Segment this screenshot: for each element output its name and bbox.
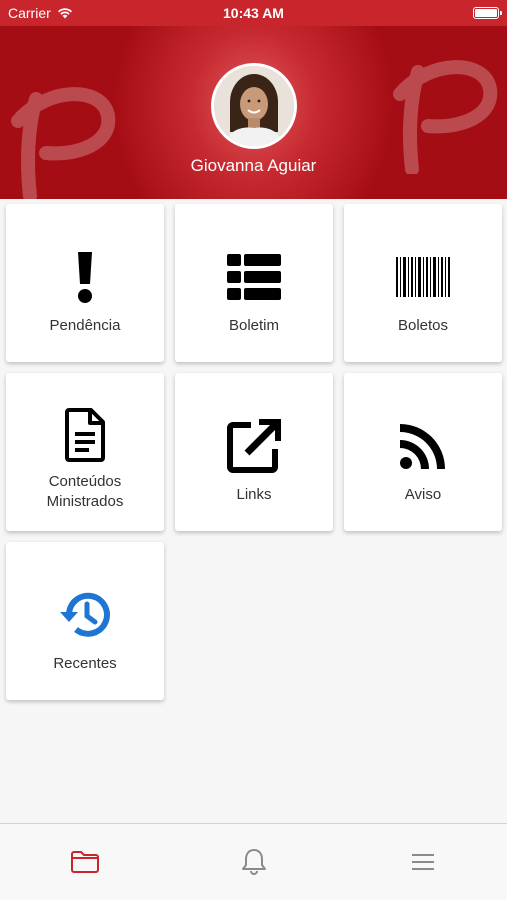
tile-label: Aviso [404,486,442,503]
tile-pendencia[interactable]: Pendência [6,204,164,362]
battery-icon [473,7,502,19]
menu-icon [411,854,434,870]
tab-menu[interactable] [383,832,463,892]
tab-bar [0,823,507,900]
tile-aviso[interactable]: Aviso [344,373,502,531]
external-link-icon [227,419,281,473]
carrier-label: Carrier [8,5,51,21]
profile-header: Giovanna Aguiar [0,26,507,199]
rss-icon [400,424,445,469]
status-bar: Carrier 10:43 AM [0,0,507,26]
tab-notifications[interactable] [214,832,294,892]
carrier-group: Carrier [8,5,73,21]
tile-boletim[interactable]: Boletim [175,204,333,362]
user-name: Giovanna Aguiar [190,156,317,175]
tile-label: Boletos [397,317,449,334]
tile-label: Recentes [53,655,117,672]
tile-recentes[interactable]: Recentes [6,542,164,700]
history-icon [60,592,110,637]
tile-label: Conteúdos Ministrados [46,473,124,510]
tile-label: Boletim [228,317,280,334]
tile-label: Pendência [49,317,121,334]
tile-links[interactable]: Links [175,373,333,531]
tile-boletos[interactable]: Boletos [344,204,502,362]
tile-label: Links [236,486,272,503]
list-icon [227,254,281,300]
avatar-photo [214,66,294,146]
avatar[interactable] [211,63,297,149]
tab-home[interactable] [45,832,125,892]
barcode-icon [396,257,450,297]
exclamation-icon [78,252,92,303]
tile-conteudos-ministrados[interactable]: Conteúdos Ministrados [6,373,164,531]
wifi-icon [57,8,72,19]
logo-watermark-left [11,87,116,199]
bell-icon [241,849,266,875]
document-icon [65,408,105,462]
clock: 10:43 AM [223,5,284,21]
folder-icon [70,851,99,873]
